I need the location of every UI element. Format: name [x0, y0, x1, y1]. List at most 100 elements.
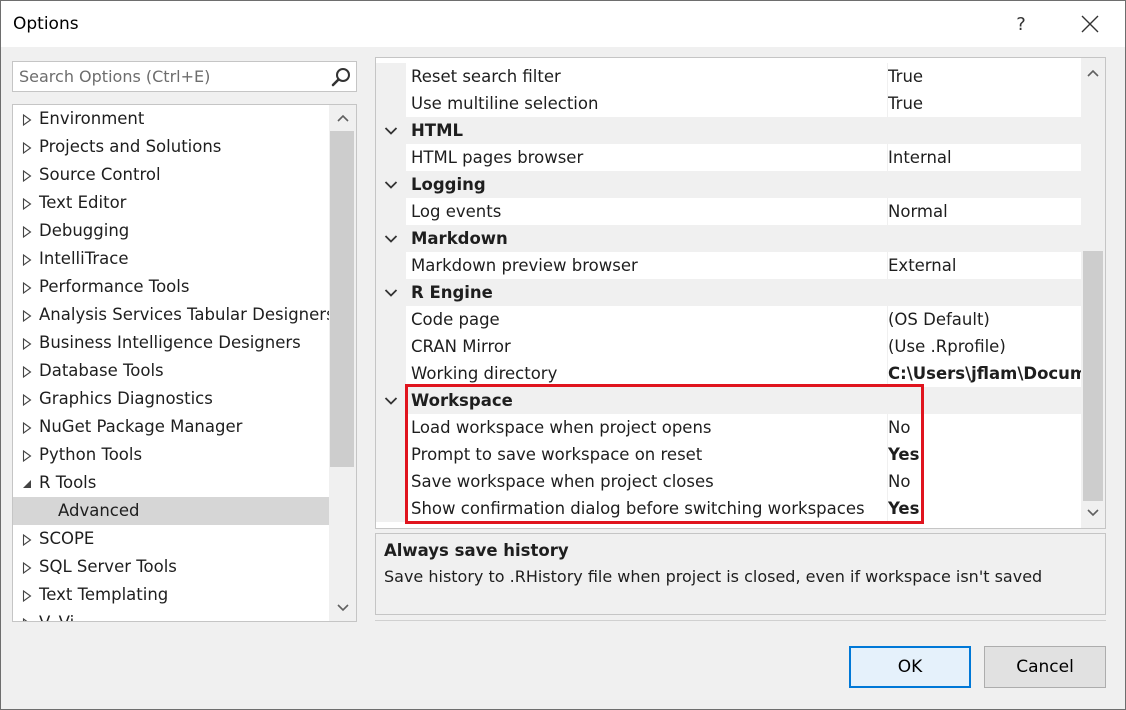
close-button[interactable] — [1067, 1, 1113, 47]
property-value[interactable]: Internal — [887, 144, 1081, 171]
description-panel: Always save history Save history to .RHi… — [375, 533, 1106, 615]
tree-item[interactable]: IntelliTrace — [13, 245, 329, 273]
property-row[interactable]: Reset search filter True — [376, 63, 1081, 90]
category-row[interactable]: HTML — [376, 117, 1081, 144]
category-row[interactable]: Workspace — [376, 387, 1081, 414]
chevron-down-icon[interactable] — [384, 180, 398, 190]
tree-item[interactable]: Python Tools — [13, 441, 329, 469]
property-name: Prompt to save workspace on reset — [411, 445, 703, 464]
tree-item[interactable]: Performance Tools — [13, 273, 329, 301]
tree-scrollbar[interactable] — [329, 105, 356, 621]
tree-item[interactable]: Business Intelligence Designers — [13, 329, 329, 357]
property-value[interactable]: No — [887, 468, 1081, 495]
grid-scroll-down-button[interactable] — [1081, 498, 1105, 528]
property-value[interactable]: C:\Users\jflam\Documents — [887, 360, 1081, 387]
property-row[interactable]: Log events Normal — [376, 198, 1081, 225]
category-row[interactable]: Logging — [376, 171, 1081, 198]
property-value[interactable]: True — [887, 90, 1081, 117]
collapsed-arrow-icon[interactable] — [22, 618, 32, 622]
collapsed-arrow-icon[interactable] — [22, 282, 32, 294]
tree-item[interactable]: Text Editor — [13, 189, 329, 217]
property-value[interactable]: External — [887, 252, 1081, 279]
property-row[interactable]: HTML pages browser Internal — [376, 144, 1081, 171]
tree-item[interactable]: Database Tools — [13, 357, 329, 385]
collapsed-arrow-icon[interactable] — [22, 394, 32, 406]
tree-item-label: Performance Tools — [39, 277, 190, 296]
collapsed-arrow-icon[interactable] — [22, 226, 32, 238]
chevron-down-icon — [336, 604, 349, 612]
tree-item[interactable]: Projects and Solutions — [13, 133, 329, 161]
tree-scroll-thumb[interactable] — [330, 131, 354, 467]
options-dialog: Options ? Environment Projects and Soluti… — [0, 0, 1126, 710]
collapsed-arrow-icon[interactable] — [22, 254, 32, 266]
tree-item[interactable]: Advanced — [13, 497, 329, 525]
property-value[interactable]: Normal — [887, 198, 1081, 225]
category-row[interactable]: R Engine — [376, 279, 1081, 306]
tree-item[interactable]: Graphics Diagnostics — [13, 385, 329, 413]
tree-item-label: R Tools — [39, 473, 97, 492]
property-row[interactable]: Markdown preview browser External — [376, 252, 1081, 279]
tree-scroll-down-button[interactable] — [329, 595, 356, 621]
collapsed-arrow-icon[interactable] — [22, 562, 32, 574]
tree-item[interactable]: SCOPE — [13, 525, 329, 553]
tree-item-label: Source Control — [39, 165, 161, 184]
row-gutter — [376, 198, 406, 225]
tree-item[interactable]: Environment — [13, 105, 329, 133]
property-value[interactable]: No — [887, 414, 1081, 441]
chevron-down-icon[interactable] — [384, 126, 398, 136]
tree-item[interactable]: R Tools — [13, 469, 329, 497]
cancel-button[interactable]: Cancel — [984, 646, 1106, 688]
tree-item[interactable]: Analysis Services Tabular Designers — [13, 301, 335, 329]
tree-scroll-up-button[interactable] — [329, 105, 356, 131]
property-value[interactable]: Yes — [887, 441, 1081, 468]
grid-scroll-thumb[interactable] — [1083, 251, 1103, 501]
collapsed-arrow-icon[interactable] — [22, 366, 32, 378]
collapsed-arrow-icon[interactable] — [22, 170, 32, 182]
chevron-down-icon[interactable] — [384, 288, 398, 298]
tree-item-label: Advanced — [58, 501, 140, 520]
collapsed-arrow-icon[interactable] — [22, 590, 32, 602]
tree-item[interactable]: NuGet Package Manager — [13, 413, 329, 441]
tree-item-label: V. Vi... — [39, 609, 90, 621]
ok-button[interactable]: OK — [849, 646, 971, 688]
tree-item[interactable]: Text Templating — [13, 581, 329, 609]
property-rows: Reset search filter True Use multiline sel… — [376, 63, 1081, 522]
row-gutter — [376, 333, 406, 360]
collapsed-arrow-icon[interactable] — [22, 114, 32, 126]
property-row[interactable]: Working directory C:\Users\jflam\Document… — [376, 360, 1081, 387]
collapsed-arrow-icon[interactable] — [22, 198, 32, 210]
help-button[interactable]: ? — [998, 1, 1044, 47]
collapsed-arrow-icon[interactable] — [22, 338, 32, 350]
property-row[interactable]: Show confirmation dialog before switchin… — [376, 495, 1081, 522]
property-row[interactable]: Load workspace when project opens No — [376, 414, 1081, 441]
property-row[interactable]: Use multiline selection True — [376, 90, 1081, 117]
collapsed-arrow-icon[interactable] — [22, 142, 32, 154]
tree-item[interactable]: V. Vi... — [13, 609, 329, 622]
grid-scrollbar[interactable] — [1081, 58, 1105, 528]
property-value[interactable]: True — [887, 63, 1081, 90]
property-value[interactable]: (Use .Rprofile) — [887, 333, 1081, 360]
property-row[interactable]: Save workspace when project closes No — [376, 468, 1081, 495]
property-row[interactable]: Code page (OS Default) — [376, 306, 1081, 333]
chevron-down-icon[interactable] — [384, 396, 398, 406]
expanded-arrow-icon[interactable] — [22, 478, 32, 490]
property-value[interactable]: (OS Default) — [887, 306, 1081, 333]
collapsed-arrow-icon[interactable] — [22, 422, 32, 434]
search-input[interactable] — [13, 62, 323, 91]
property-row[interactable]: Prompt to save workspace on reset Yes — [376, 441, 1081, 468]
row-gutter — [376, 252, 406, 279]
search-icon[interactable] — [330, 66, 352, 88]
collapsed-arrow-icon[interactable] — [22, 534, 32, 546]
tree-item[interactable]: Source Control — [13, 161, 329, 189]
tree-item-label: Environment — [39, 109, 145, 128]
category-row[interactable]: Markdown — [376, 225, 1081, 252]
tree-item[interactable]: Debugging — [13, 217, 329, 245]
tree-item[interactable]: SQL Server Tools — [13, 553, 329, 581]
collapsed-arrow-icon[interactable] — [22, 310, 32, 322]
property-value[interactable]: Yes — [887, 495, 1081, 522]
property-row[interactable]: CRAN Mirror (Use .Rprofile) — [376, 333, 1081, 360]
chevron-down-icon[interactable] — [384, 234, 398, 244]
tree-item-label: Business Intelligence Designers — [39, 333, 301, 352]
collapsed-arrow-icon[interactable] — [22, 450, 32, 462]
grid-scroll-up-button[interactable] — [1081, 58, 1105, 88]
